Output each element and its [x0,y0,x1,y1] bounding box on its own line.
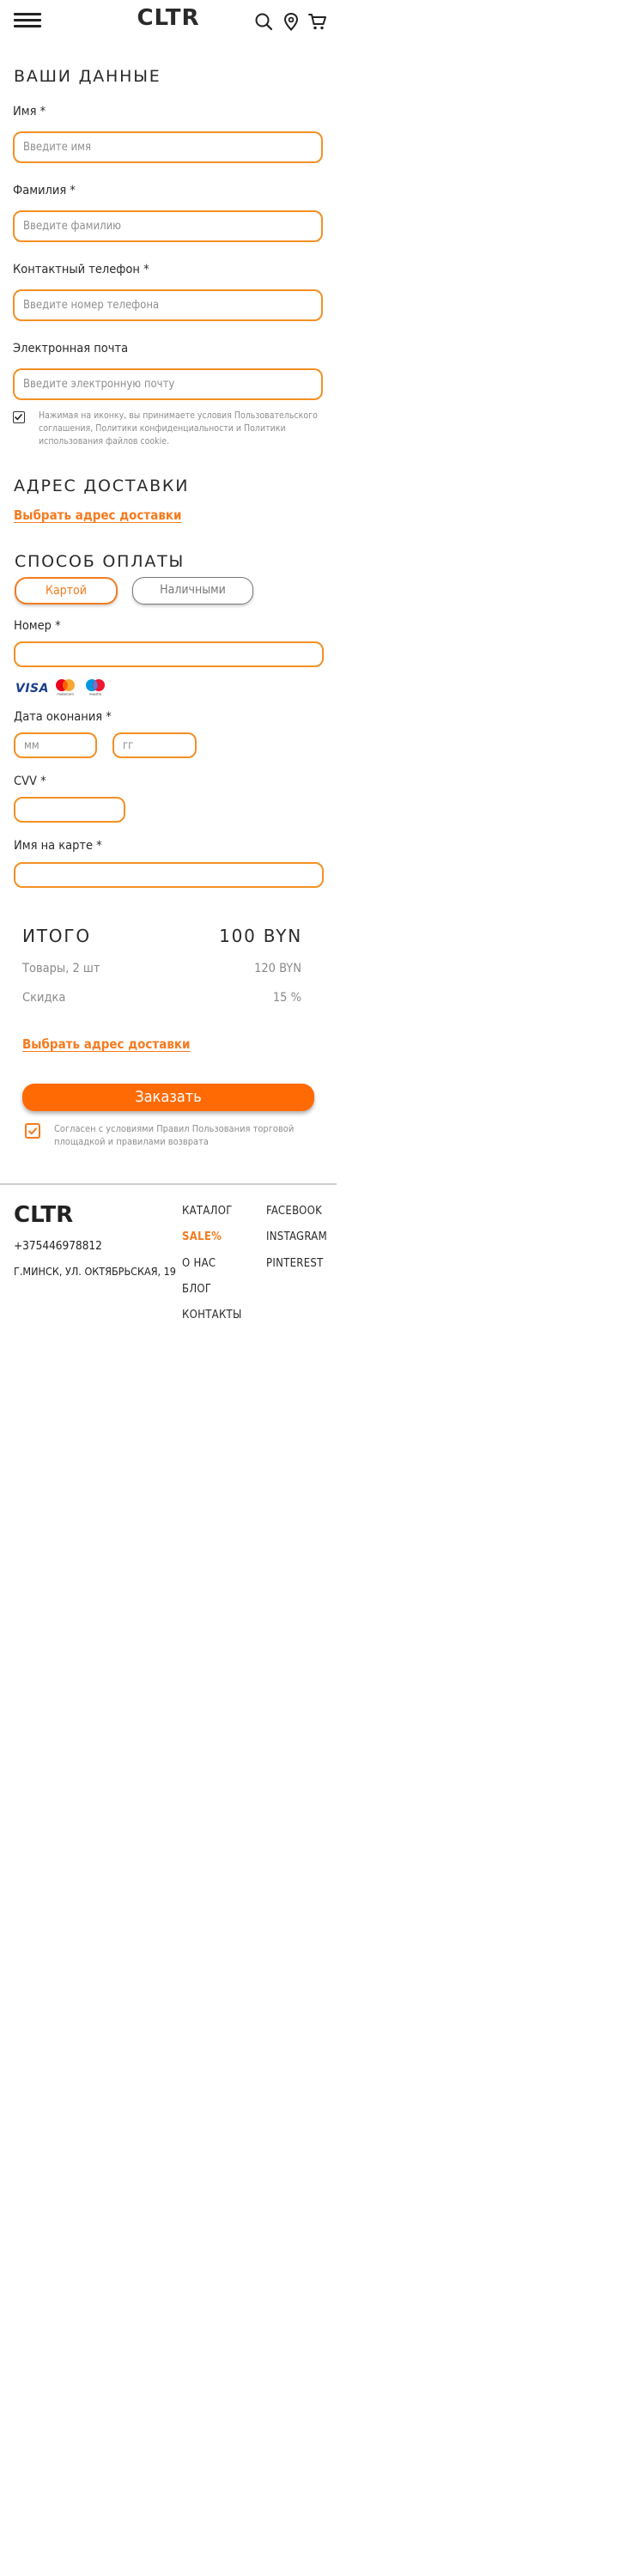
location-pin-icon[interactable] [282,12,301,31]
footer-address: Г.МИНСК, УЛ. ОКТЯБРЬСКАЯ, 19 [14,1265,176,1278]
expiry-year-field[interactable] [112,732,197,758]
email-label: Электронная почта [13,342,129,355]
phone-input[interactable] [15,291,321,319]
footer-link-instagram[interactable]: INSTAGRAM [266,1230,327,1243]
last-name-field[interactable] [13,210,323,242]
search-icon[interactable] [254,12,273,31]
footer-link-catalog[interactable]: КАТАЛОГ [182,1205,233,1218]
mastercard-logo-icon: mastercard [54,678,76,696]
cardholder-label: Имя на карте * [14,839,102,853]
footer-divider [0,1183,337,1185]
expiry-label: Дата оконания * [14,710,112,724]
card-number-field[interactable] [14,641,324,667]
summary-choose-address-link[interactable]: Выбрать адрес доставки [22,1036,191,1052]
visa-logo-icon: VISA [15,682,49,696]
maestro-caption: maestro [89,692,101,696]
expiry-month-field[interactable] [14,732,97,758]
mastercard-caption: mastercard [57,692,73,696]
cvv-input[interactable] [15,799,124,821]
phone-label: Контактный телефон * [13,263,149,276]
cardholder-field[interactable] [14,862,324,888]
items-value: 120 BYN [254,962,301,975]
footer-link-facebook[interactable]: FACEBOOK [266,1205,322,1218]
first-name-input[interactable] [15,133,321,161]
consent-checkbox[interactable] [13,411,25,423]
summary-total: 100 BYN [219,926,302,946]
check-icon [14,413,23,421]
choose-delivery-address-link[interactable]: Выбрать адрес доставки [14,507,182,523]
discount-label: Скидка [22,991,66,1005]
card-number-label: Номер * [14,619,61,633]
agree-text: Согласен с условиями Правил Пользования … [54,1123,295,1147]
agree-checkbox[interactable] [25,1123,40,1139]
first-name-label: Имя * [13,105,46,118]
items-label: Товары, 2 шт [22,962,100,975]
expiry-month-input[interactable] [15,734,95,756]
last-name-label: Фамилия * [13,184,76,197]
footer-link-about[interactable]: О НАС [182,1257,216,1270]
footer-link-blog[interactable]: БЛОГ [182,1283,211,1296]
last-name-input[interactable] [15,212,321,240]
footer-link-pinterest[interactable]: PINTEREST [266,1257,324,1270]
order-button[interactable]: Заказать [22,1084,314,1111]
section-title-delivery: АДРЕС ДОСТАВКИ [14,477,190,495]
cart-icon[interactable] [308,12,327,31]
summary-title: ИТОГО [22,926,91,946]
maestro-logo-icon: maestro [84,678,106,696]
card-number-input[interactable] [15,643,322,665]
expiry-year-input[interactable] [114,734,195,756]
email-field[interactable] [13,368,323,400]
section-title-payment: СПОСОБ ОПЛАТЫ [15,552,185,571]
cvv-field[interactable] [14,797,125,823]
phone-field[interactable] [13,289,323,321]
cardholder-input[interactable] [15,864,322,886]
footer-logo[interactable]: CLTR [14,1202,73,1228]
consent-text: Нажимая на иконку, вы принимаете условия… [39,410,318,447]
payment-cash-option[interactable]: Наличными [132,577,253,605]
payment-card-option[interactable]: Картой [15,577,118,605]
first-name-field[interactable] [13,131,323,163]
discount-value: 15 % [272,991,301,1005]
cvv-label: CVV * [14,775,46,788]
email-input[interactable] [15,370,321,398]
footer-link-contacts[interactable]: КОНТАКТЫ [182,1309,242,1321]
check-icon [27,1127,38,1135]
footer-phone[interactable]: +375446978812 [14,1239,102,1253]
footer-link-sale[interactable]: SALE% [182,1230,222,1243]
section-title-personal: ВАШИ ДАННЫЕ [14,67,161,86]
